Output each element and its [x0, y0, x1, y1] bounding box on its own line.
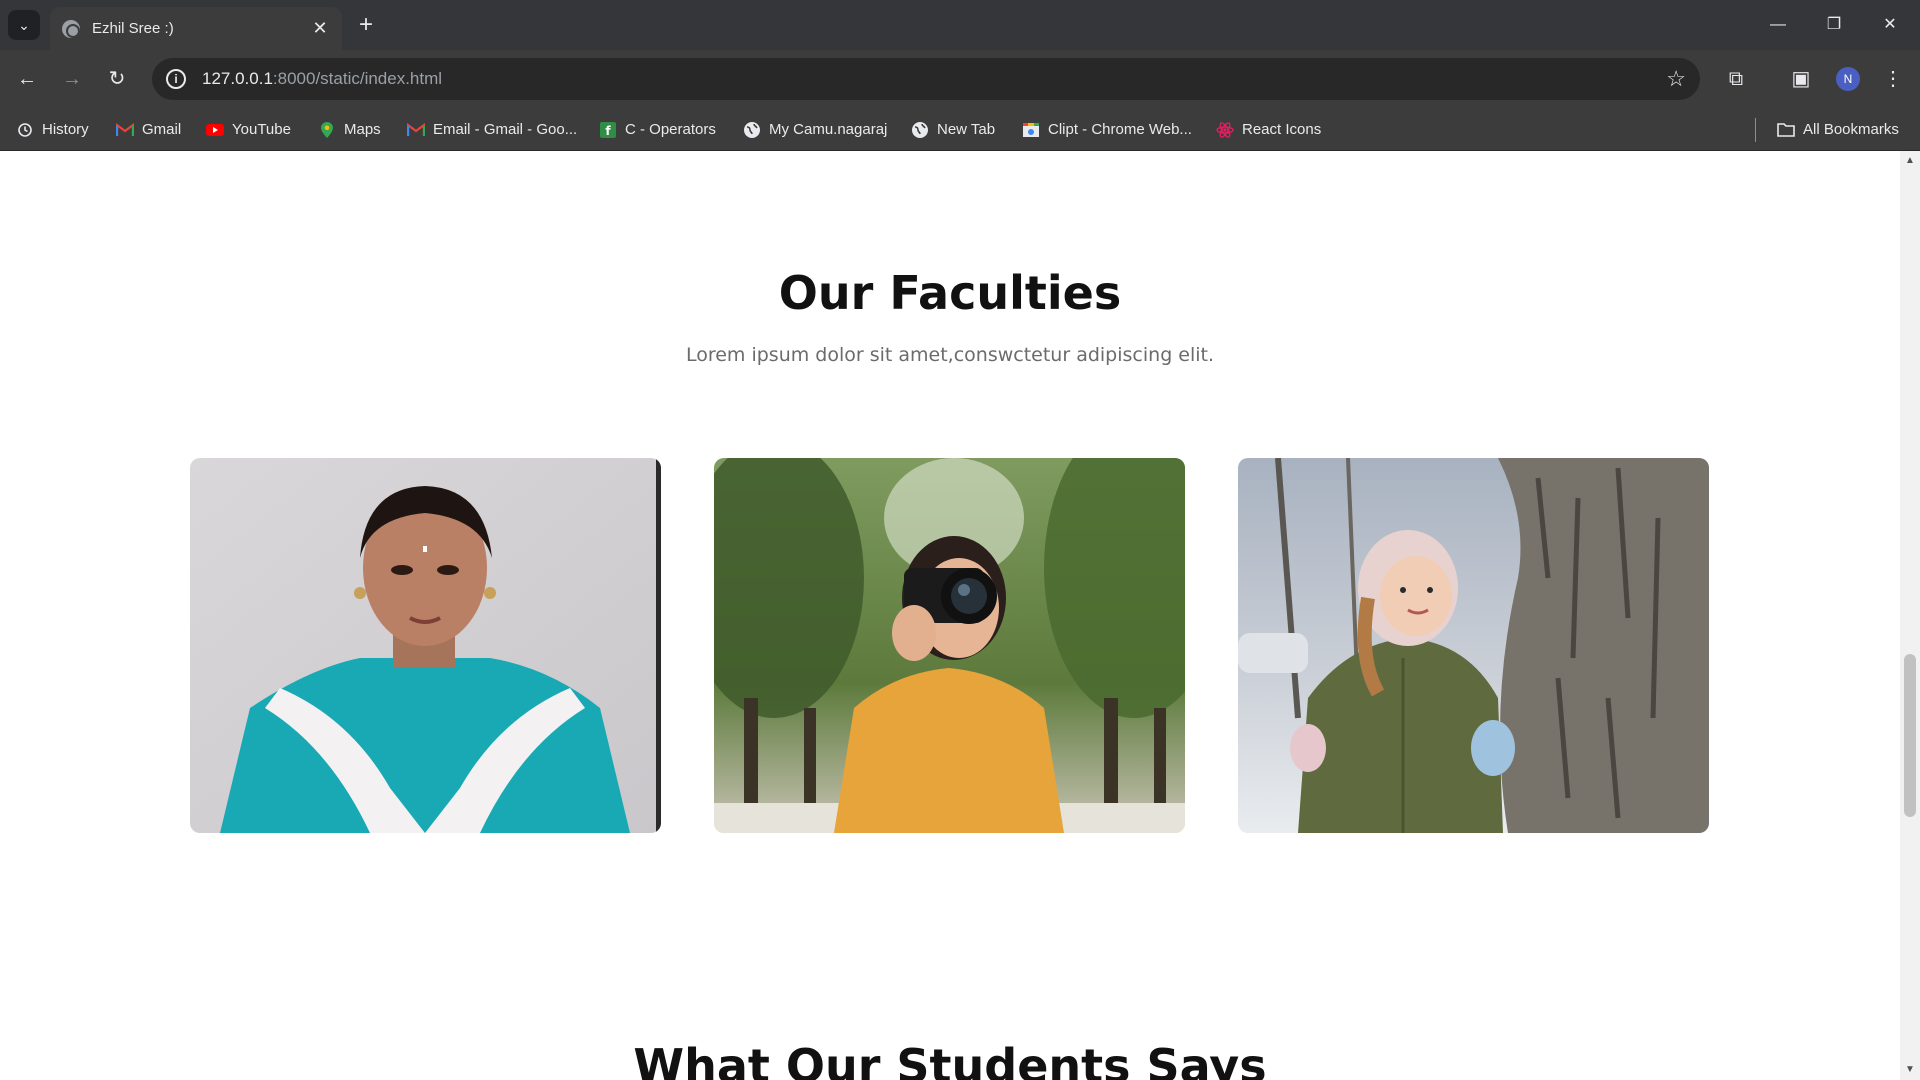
scrollbar-thumb[interactable] — [1904, 654, 1916, 817]
globe-icon — [911, 121, 929, 139]
all-bookmarks-label: All Bookmarks — [1803, 121, 1899, 138]
bookmark-label: C - Operators — [625, 121, 716, 138]
bookmark-c-operators[interactable]: f C - Operators — [599, 108, 716, 151]
faculty-card-1[interactable] — [190, 458, 661, 833]
minimize-button[interactable]: — — [1750, 8, 1806, 42]
reload-icon: ↻ — [108, 68, 126, 90]
scroll-down-icon[interactable]: ▼ — [1900, 1062, 1920, 1078]
bookmark-label: YouTube — [232, 121, 291, 138]
tab-search-button[interactable]: ⌄ — [8, 10, 40, 40]
c-operators-icon: f — [599, 121, 617, 139]
url-text[interactable]: 127.0.0.1:8000/static/index.html — [202, 69, 1666, 89]
address-bar[interactable]: i 127.0.0.1:8000/static/index.html ☆ — [152, 58, 1700, 100]
globe-icon — [62, 19, 80, 38]
youtube-icon — [206, 121, 224, 139]
bookmark-label: Gmail — [142, 121, 182, 138]
close-window-button[interactable]: ✕ — [1862, 8, 1918, 42]
photographer-with-camera-photo — [714, 458, 1185, 833]
gmail-icon — [116, 121, 134, 139]
bookmark-my-camu[interactable]: My Camu.nagaraj — [743, 108, 887, 151]
side-panel-icon[interactable]: ▣ — [1786, 64, 1816, 94]
folder-icon — [1777, 121, 1795, 139]
bookmark-new-tab[interactable]: New Tab — [911, 108, 995, 151]
bookmark-clipt[interactable]: Clipt - Chrome Web... — [1022, 108, 1192, 151]
bookmark-gmail[interactable]: Gmail — [116, 108, 181, 151]
globe-icon — [743, 121, 761, 139]
history-icon — [16, 121, 34, 139]
gmail-icon — [407, 121, 425, 139]
bookmark-email-gmail[interactable]: Email - Gmail - Goo... — [407, 108, 577, 151]
info-icon[interactable]: i — [166, 69, 186, 89]
url-host: 127.0.0.1 — [202, 69, 273, 88]
bookmark-react-icons[interactable]: React Icons — [1216, 108, 1321, 151]
browser-titlebar: ⌄ Ezhil Sree :) ✕ + — ❐ ✕ — [0, 0, 1920, 50]
bookmark-history[interactable]: History — [16, 108, 89, 151]
forward-button[interactable]: → — [57, 64, 87, 94]
faculties-title: Our Faculties — [778, 266, 1122, 320]
extensions-icon[interactable]: ⧉ — [1721, 64, 1751, 94]
bookmark-youtube[interactable]: YouTube — [206, 108, 291, 151]
bookmarks-bar: History Gmail YouTube Maps Email - Gmail… — [0, 108, 1920, 151]
avatar[interactable]: N — [1836, 67, 1860, 91]
star-icon[interactable]: ☆ — [1666, 66, 1686, 92]
bookmarks-separator — [1755, 118, 1756, 142]
back-button[interactable]: ← — [12, 64, 42, 94]
maps-icon — [318, 121, 336, 139]
bookmark-label: Maps — [344, 121, 381, 138]
react-icon — [1216, 121, 1234, 139]
faculty-portrait-photo — [190, 458, 661, 833]
new-tab-button[interactable]: + — [352, 10, 380, 40]
browser-tab-active[interactable]: Ezhil Sree :) ✕ — [50, 7, 342, 50]
arrow-right-icon: → — [62, 68, 82, 90]
faculty-card-3[interactable] — [1238, 458, 1709, 833]
close-icon[interactable]: ✕ — [310, 18, 330, 39]
restore-button[interactable]: ❐ — [1806, 8, 1862, 42]
bookmark-label: Email - Gmail - Goo... — [433, 121, 578, 138]
reload-button[interactable]: ↻ — [102, 64, 132, 94]
bookmark-label: New Tab — [937, 121, 996, 138]
arrow-left-icon: ← — [17, 68, 37, 90]
bookmark-maps[interactable]: Maps — [318, 108, 381, 151]
url-path: :8000/static/index.html — [272, 69, 443, 88]
bookmark-label: Clipt - Chrome Web... — [1048, 121, 1192, 138]
svg-text:f: f — [605, 124, 611, 138]
browser-toolbar: ← → ↻ i 127.0.0.1:8000/static/index.html… — [0, 50, 1920, 108]
bookmark-label: React Icons — [1242, 121, 1322, 138]
page-viewport: Our Faculties Lorem ipsum dolor sit amet… — [0, 151, 1900, 1080]
child-by-tree-photo — [1238, 458, 1709, 833]
chevron-down-icon: ⌄ — [18, 16, 30, 33]
all-bookmarks-button[interactable]: All Bookmarks — [1777, 108, 1899, 151]
menu-icon[interactable]: ⋮ — [1878, 64, 1908, 94]
scroll-up-icon[interactable]: ▲ — [1900, 153, 1920, 169]
tab-title: Ezhil Sree :) — [92, 20, 174, 37]
faculties-subtitle: Lorem ipsum dolor sit amet,conswctetur a… — [685, 344, 1215, 366]
clipt-icon — [1022, 121, 1040, 139]
bookmark-label: History — [42, 121, 89, 138]
page-scrollbar[interactable]: ▲ ▼ — [1900, 151, 1920, 1080]
students-says-title: What Our Students Says — [633, 1039, 1267, 1080]
faculty-card-2[interactable] — [714, 458, 1185, 833]
bookmark-label: My Camu.nagaraj — [769, 121, 888, 138]
